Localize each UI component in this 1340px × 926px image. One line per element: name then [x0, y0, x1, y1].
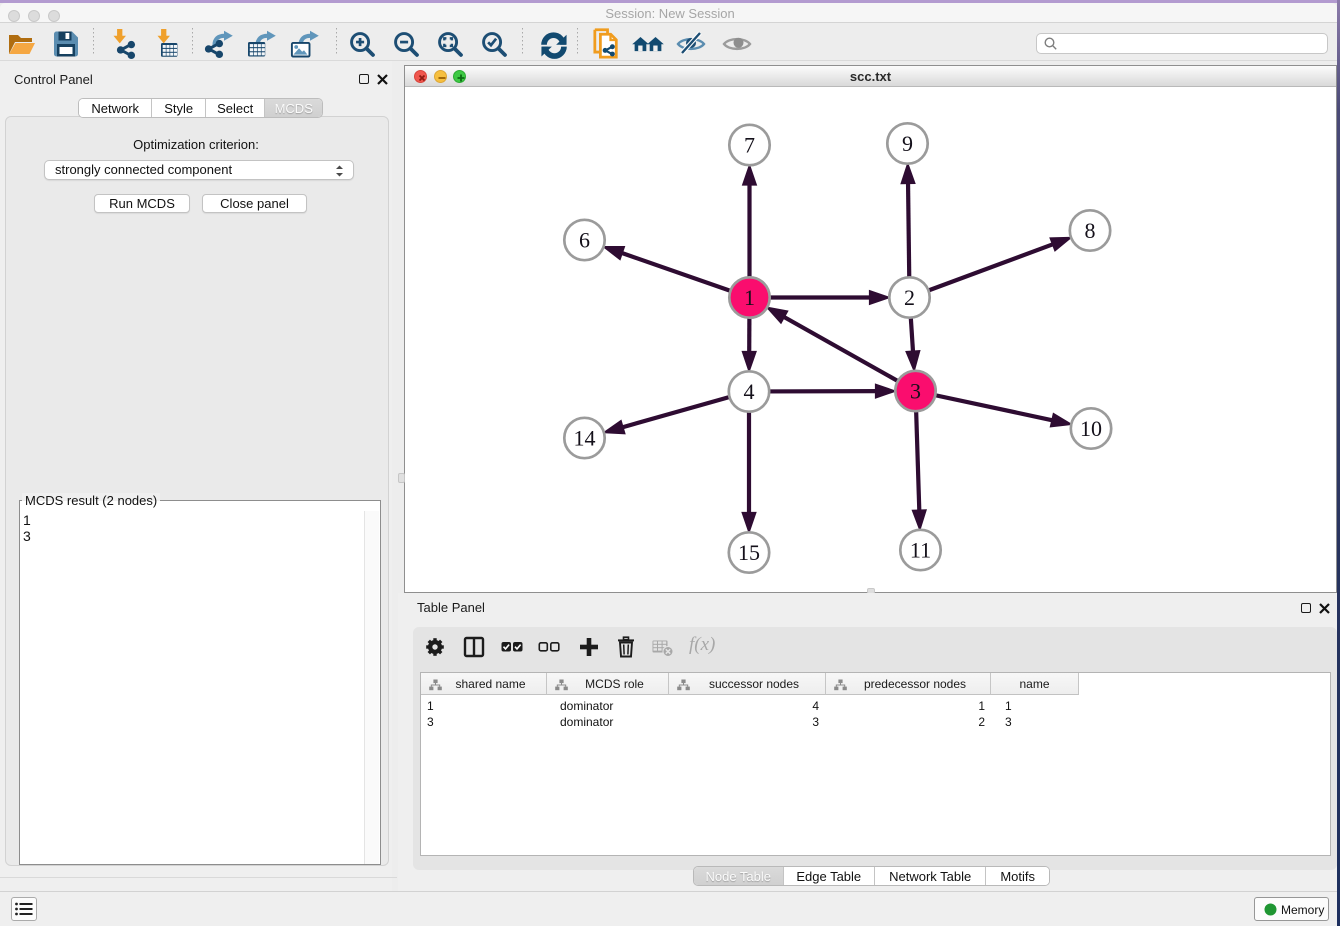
svg-text:1: 1: [744, 285, 755, 310]
svg-text:3: 3: [910, 379, 921, 404]
svg-text:4: 4: [744, 379, 755, 404]
svg-text:15: 15: [738, 540, 760, 565]
svg-text:2: 2: [904, 285, 915, 310]
svg-text:14: 14: [574, 426, 596, 451]
svg-text:6: 6: [579, 228, 590, 253]
svg-text:8: 8: [1085, 218, 1096, 243]
svg-text:7: 7: [744, 133, 755, 158]
svg-text:9: 9: [902, 131, 913, 156]
svg-text:10: 10: [1080, 416, 1102, 441]
svg-text:11: 11: [910, 538, 931, 563]
